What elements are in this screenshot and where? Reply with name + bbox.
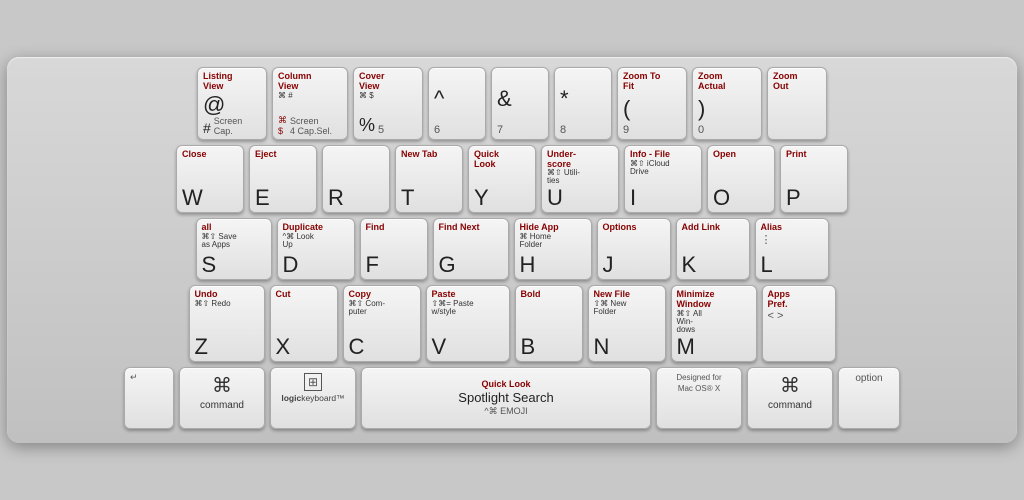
key-b-bold[interactable]: Bold B [515, 285, 583, 362]
key-m-minimize[interactable]: MinimizeWindow ⌘⇧ AllWin-dows M [671, 285, 757, 362]
spacebar-emoji: ^⌘ EMOJI [484, 406, 527, 417]
command-symbol-right: ⌘ [780, 373, 800, 398]
key-7[interactable]: & 7 [491, 67, 549, 140]
key-i-infofile[interactable]: Info - File ⌘⇧ iCloudDrive I [624, 145, 702, 214]
key-command-right[interactable]: ⌘ command [747, 367, 833, 429]
key-w-close[interactable]: Close W [176, 145, 244, 214]
key-r[interactable]: R [322, 145, 390, 214]
spacebar-row: ↵ ⌘ command ⊞ logickeyboard™ Quick Look … [19, 367, 1005, 429]
logo-text: logickeyboard™ [281, 393, 344, 403]
command-label-right: command [768, 400, 812, 411]
row-1: ListingView @ # ScreenCap. ColumnView ⌘ … [19, 67, 1005, 140]
key-spacebar[interactable]: Quick Look Spotlight Search ^⌘ EMOJI [361, 367, 651, 429]
key-option-right[interactable]: option [838, 367, 900, 429]
key-d-duplicate[interactable]: Duplicate ^⌘ LookUp D [277, 218, 355, 280]
key-z-undo[interactable]: Undo ⌘⇧ Redo Z [189, 285, 265, 362]
key-cover-view[interactable]: CoverView ⌘ $ % 5 [353, 67, 423, 140]
key-logo[interactable]: ⊞ logickeyboard™ [270, 367, 356, 429]
logo-icon: ⊞ [304, 373, 322, 391]
key-y-quicklook[interactable]: QuickLook Y [468, 145, 536, 214]
command-symbol-left: ⌘ [212, 373, 232, 398]
designed-for-area: Designed forMac OS® X [656, 367, 742, 429]
key-column-view[interactable]: ColumnView ⌘ # ⌘$ Screen4 Cap.Sel. [272, 67, 348, 140]
command-label-left: command [200, 400, 244, 411]
key-x-cut[interactable]: Cut X [270, 285, 338, 362]
key-u-underscore[interactable]: Under-score ⌘⇧ Utili-ties U [541, 145, 619, 214]
key-e-eject[interactable]: Eject E [249, 145, 317, 214]
key-v-paste[interactable]: Paste ⇧⌘= Pastew/style V [426, 285, 510, 362]
key-command-left[interactable]: ⌘ command [179, 367, 265, 429]
key-j-options[interactable]: Options J [597, 218, 671, 280]
option-label-right: option [855, 373, 882, 384]
key-8[interactable]: * 8 [554, 67, 612, 140]
key-listing-view[interactable]: ListingView @ # ScreenCap. [197, 67, 267, 140]
row-2: Close W Eject E R New Tab T QuickLook Y … [19, 145, 1005, 214]
designed-for-text: Designed forMac OS® X [676, 373, 721, 394]
key-zoom-actual[interactable]: ZoomActual ) 0 [692, 67, 762, 140]
key-p-print[interactable]: Print P [780, 145, 848, 214]
key-zoom-fit[interactable]: Zoom ToFit ( 9 [617, 67, 687, 140]
spacebar-spotlight: Spotlight Search [458, 390, 553, 405]
row-3: all ⌘⇧ Saveas Apps S Duplicate ^⌘ LookUp… [19, 218, 1005, 280]
key-zoom-out[interactable]: ZoomOut [767, 67, 827, 140]
key-s-save[interactable]: all ⌘⇧ Saveas Apps S [196, 218, 272, 280]
key-l-alias[interactable]: Alias ⋮ L [755, 218, 829, 280]
spacebar-quick-look: Quick Look [481, 379, 530, 389]
key-apps-pref[interactable]: AppsPref. < > [762, 285, 836, 362]
key-k-addlink[interactable]: Add Link K [676, 218, 750, 280]
key-g-findnext[interactable]: Find Next G [433, 218, 509, 280]
key-c-copy[interactable]: Copy ⌘⇧ Com-puter C [343, 285, 421, 362]
key-o-open[interactable]: Open O [707, 145, 775, 214]
row-4: Undo ⌘⇧ Redo Z Cut X Copy ⌘⇧ Com-puter C… [19, 285, 1005, 362]
key-f-find[interactable]: Find F [360, 218, 428, 280]
key-t-newtab[interactable]: New Tab T [395, 145, 463, 214]
key-fn-left[interactable]: ↵ [124, 367, 174, 429]
keyboard: ListingView @ # ScreenCap. ColumnView ⌘ … [7, 57, 1017, 443]
spacebar-content: Quick Look Spotlight Search ^⌘ EMOJI [370, 373, 642, 423]
key-n-newfile[interactable]: New File ⇧⌘ NewFolder N [588, 285, 666, 362]
key-6[interactable]: ^ 6 [428, 67, 486, 140]
key-h-hideapp[interactable]: Hide App ⌘ HomeFolder H [514, 218, 592, 280]
